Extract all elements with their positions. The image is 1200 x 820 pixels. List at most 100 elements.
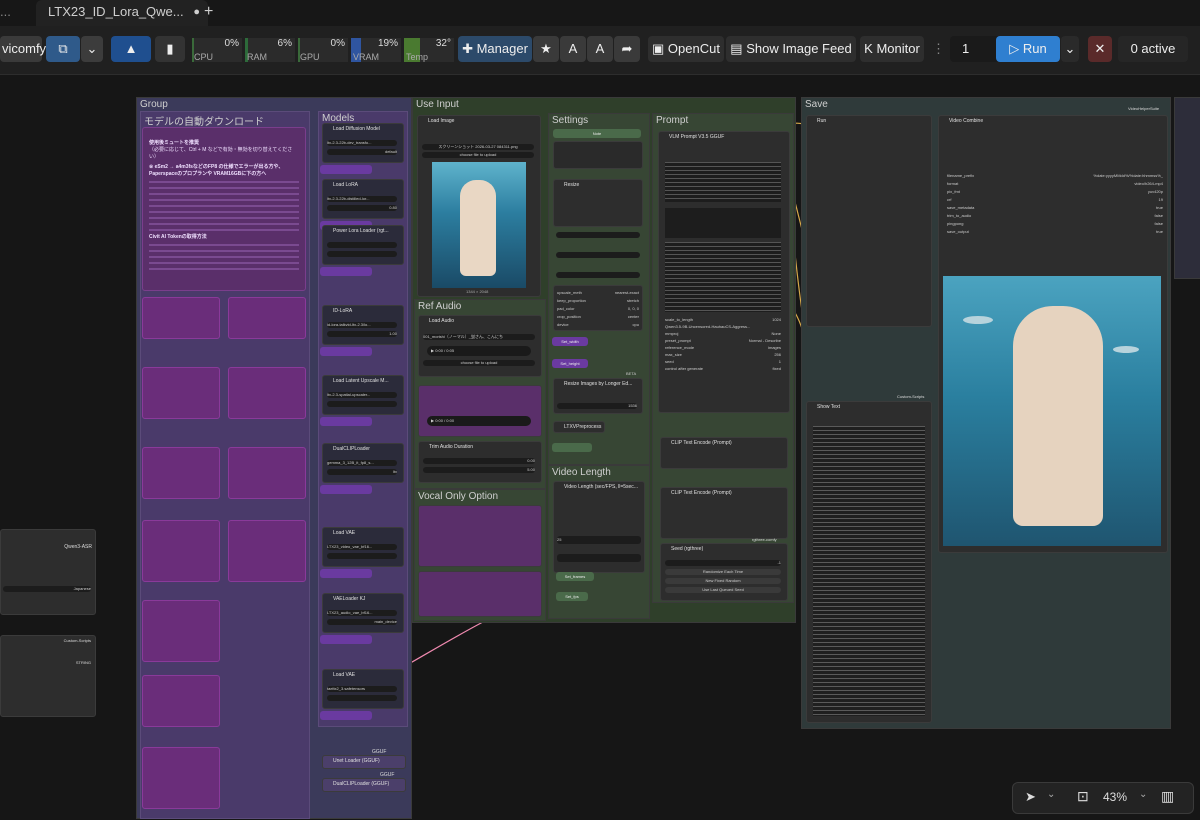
vlm-option-row[interactable]: max_size 256 (665, 351, 781, 358)
audio-player[interactable]: ▶ 0:00 / 0:05 (427, 346, 531, 356)
vlm-prompt-node[interactable]: VLM Prompt V3.5 GGUF scale_to_length 102… (658, 131, 790, 413)
chevron-down-icon[interactable]: ⌄ (1047, 789, 1055, 800)
run-button[interactable]: ▷ Run (996, 36, 1060, 62)
vocal-separation-node[interactable] (418, 505, 542, 567)
settings-note-node[interactable]: Note (553, 129, 641, 138)
get-node-chip[interactable] (320, 165, 372, 174)
model-select[interactable]: ltx-2.3-spatial-upscaler... (327, 392, 397, 398)
set-frames-node[interactable]: Set_frames (556, 572, 594, 581)
get-node-chip[interactable] (320, 267, 372, 276)
model-select[interactable]: LTX23_audio_vae_bf16... (327, 610, 397, 616)
active-queue-button[interactable]: 0 active (1118, 36, 1188, 62)
set-fps-node[interactable]: Set_fps (556, 592, 588, 601)
vc-option-row[interactable]: pingpong false (947, 220, 1163, 228)
use-last-seed-button[interactable]: Use Last Queued Seed (665, 587, 781, 593)
model-downloader-node[interactable] (142, 600, 220, 662)
vc-option-row[interactable]: save_metadata true (947, 204, 1163, 212)
model-option[interactable]: 0.80 (327, 205, 397, 211)
bookmark-button[interactable]: ▮ (155, 36, 185, 62)
duration-field[interactable]: 5.00 (423, 467, 535, 473)
vc-option-row[interactable]: pix_fmt yuv420p (947, 188, 1163, 196)
set-ref-image-node[interactable] (552, 443, 592, 452)
start-index-field[interactable]: 0.00 (423, 458, 535, 464)
width-field[interactable] (556, 232, 640, 238)
run-options-button[interactable]: ⌄ (1061, 36, 1079, 62)
note-node[interactable]: 使用後ミュートを推奨 （必要に応じて、Ctrl + M などで有効・無効を切り替… (142, 127, 306, 291)
monitor-button[interactable]: K Monitor (860, 36, 924, 62)
get-node-chip[interactable] (320, 711, 372, 720)
new-tab-button[interactable]: + (204, 0, 220, 26)
model-downloader-node[interactable] (228, 520, 306, 582)
get-node-chip[interactable] (320, 485, 372, 494)
load-image-node[interactable]: Load Image スクリーンショット 2026-03-27 084311.p… (417, 115, 541, 297)
get-node-chip[interactable] (320, 569, 372, 578)
model-loader-node[interactable]: VAELoader KJ LTX23_audio_vae_bf16... main_… (322, 593, 404, 633)
model-downloader-node[interactable] (228, 367, 306, 419)
seed-node[interactable]: Seed (rgthree) -1 Randomize Each Time Ne… (660, 543, 788, 601)
show-text-node[interactable]: Show Text (806, 401, 932, 723)
comfy-logo-button[interactable]: ▲ (111, 36, 151, 62)
ltxv-preprocess-node[interactable]: LTXVPreprocess (553, 421, 605, 433)
resize-option-row[interactable]: device cpu (557, 321, 639, 329)
model-select[interactable]: ltx-2.3-22b-distilled-lor... (327, 196, 397, 202)
tab-close-icon[interactable]: ● (193, 0, 200, 24)
model-option[interactable] (327, 553, 397, 559)
asr-node[interactable]: Qwen3-ASR Japanese (0, 529, 96, 615)
model-option[interactable] (327, 401, 397, 407)
show-image-feed-button[interactable]: ▤ Show Image Feed (726, 36, 856, 62)
vlm-option-row[interactable]: reference_mode images (665, 344, 781, 351)
language-select[interactable]: Japanese (3, 586, 91, 592)
model-option[interactable]: default (327, 149, 397, 155)
tab-active[interactable]: LTX23_ID_Lora_Qwe... ● (36, 0, 208, 26)
model-loader-node[interactable]: Load Latent Upscale M... ltx-2.3-spatial-… (322, 375, 404, 415)
queue-panel-button[interactable]: ⧉ (46, 36, 80, 62)
model-downloader-node[interactable] (142, 675, 220, 727)
vlm-option-row[interactable]: seed 1 (665, 358, 781, 365)
fps-field[interactable]: 25 (557, 536, 641, 544)
select-tool-icon[interactable]: ➤ (1025, 789, 1036, 805)
video-length-node[interactable]: Video Length (sec/FPS, ll=5sec... 25 (553, 481, 645, 573)
model-select[interactable]: ltx-2.3-22b-dev_transfo... (327, 140, 397, 146)
model-option[interactable]: 1.00 (327, 331, 397, 337)
clip-text-encode-node[interactable]: CLIP Text Encode (Prompt) (660, 487, 788, 539)
vlm-option-row[interactable]: control after generate fixed (665, 365, 781, 372)
video-combine-node[interactable]: Video Combine filename_prefix %date:yyyy… (938, 115, 1168, 553)
zoom-level[interactable]: 43% (1103, 790, 1127, 804)
audio-preview-node[interactable]: ▶ 0:00 / 0:00 (418, 385, 542, 437)
share-button[interactable]: ➦ (614, 36, 640, 62)
translate-button[interactable]: A (560, 36, 586, 62)
model-select[interactable] (327, 242, 397, 248)
model-option[interactable] (327, 695, 397, 701)
length-field[interactable] (556, 272, 640, 278)
vc-option-row[interactable]: format video/h264-mp4 (947, 180, 1163, 188)
model-loader-node[interactable]: DualCLIPLoader gemma_3_12B_it_fp8_s... ltx (322, 443, 404, 483)
model-select[interactable]: id-lora-talkvid-ltx-2.3/lo... (327, 322, 397, 328)
unet-loader-gguf-node[interactable]: Unet Loader (GGUF) (322, 755, 406, 769)
fit-view-icon[interactable]: ⊡ (1077, 788, 1089, 805)
model-downloader-node[interactable] (228, 297, 306, 339)
load-audio-node[interactable]: Load Audio 001_morishi（ノーマル）_蛍さん、こんにち ▶ … (418, 315, 542, 377)
vlm-option-row[interactable]: preset_prompt Normal - Describe (665, 337, 781, 344)
vc-option-row[interactable]: crf 19 (947, 196, 1163, 204)
set-width-node[interactable]: Set_width (552, 337, 588, 346)
audio-player[interactable]: ▶ 0:00 / 0:00 (427, 416, 531, 426)
set-height-node[interactable]: Set_height (552, 359, 588, 368)
dualcliploader-gguf-node[interactable]: DualCLIPLoader (GGUF) (322, 778, 406, 792)
resize-longer-edge-node[interactable]: Resize Images by Longer Ed... 1536 (553, 378, 643, 414)
cancel-run-button[interactable]: ✕ (1088, 36, 1112, 62)
left-custom-node[interactable]: Custom-Scripts STRING false (0, 635, 96, 717)
get-node-chip[interactable] (320, 417, 372, 426)
resize-node[interactable]: Resize (553, 179, 643, 227)
resize-options-node[interactable]: upscale_meth nearest-exact keep_proporti… (553, 285, 643, 331)
model-select[interactable]: gemma_3_12B_it_fp8_s... (327, 460, 397, 466)
model-downloader-node[interactable] (142, 367, 220, 419)
vlm-option-row[interactable]: Qwen3.5-9B-Uncensored-HauhauCS-Aggress..… (665, 323, 781, 330)
system-prompt-text[interactable] (665, 162, 781, 202)
resize-option-row[interactable]: pad_color 0, 0, 0 (557, 305, 639, 313)
upload-audio-button[interactable]: choose file to upload (423, 360, 535, 366)
workflow-canvas[interactable]: Group モデルの自動ダウンロード 使用後ミュートを推奨 （必要に応じて、Ct… (0, 75, 1200, 820)
audio-select[interactable]: 001_morishi（ノーマル）_蛍さん、こんにち (423, 334, 535, 340)
audio-output-node[interactable] (418, 571, 542, 617)
group-right-partial[interactable] (1174, 97, 1200, 279)
model-loader-node[interactable]: Load Diffusion Model ltx-2.3-22b-dev_tran… (322, 123, 404, 163)
